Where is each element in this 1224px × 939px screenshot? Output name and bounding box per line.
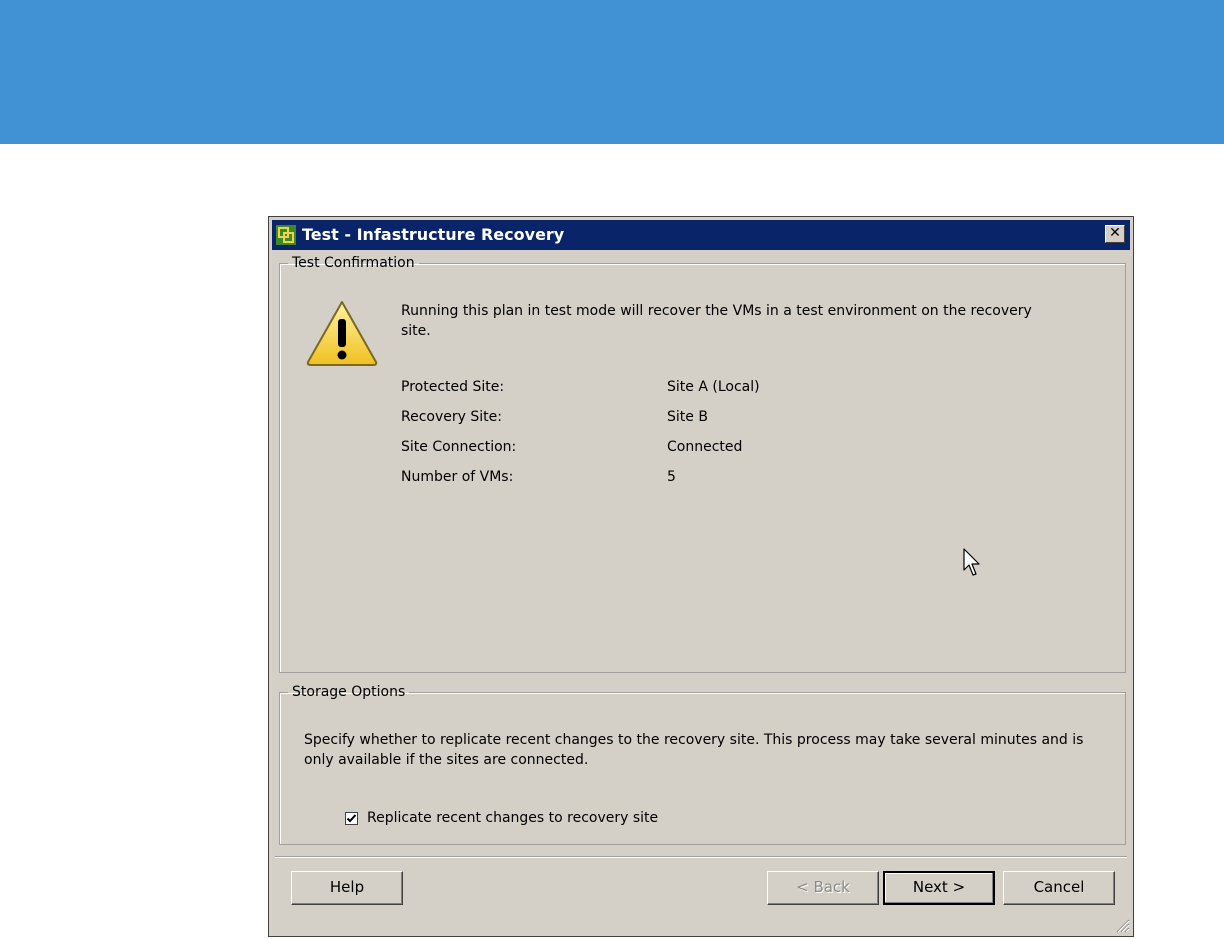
confirmation-message: Running this plan in test mode will reco… bbox=[401, 303, 1032, 339]
replicate-checkbox-label: Replicate recent changes to recovery sit… bbox=[367, 810, 659, 826]
title-bar[interactable]: Test - Infastructure Recovery ✕ bbox=[272, 220, 1130, 250]
close-icon: ✕ bbox=[1109, 225, 1121, 241]
warning-icon bbox=[306, 301, 378, 366]
button-separator bbox=[275, 856, 1127, 858]
app-icon bbox=[276, 225, 296, 245]
site-connection-label: Site Connection: bbox=[401, 439, 517, 455]
test-confirmation-legend: Test Confirmation bbox=[292, 255, 415, 271]
wizard-dialog: Test - Infastructure Recovery ✕ Test Con… bbox=[268, 216, 1134, 937]
mouse-pointer-icon bbox=[963, 548, 980, 576]
recovery-site-label: Recovery Site: bbox=[401, 409, 502, 425]
replicate-checkbox-row[interactable]: Replicate recent changes to recovery sit… bbox=[345, 810, 658, 826]
cancel-button[interactable]: Cancel bbox=[1003, 871, 1115, 905]
replicate-checkbox[interactable] bbox=[345, 811, 358, 825]
storage-options-group: Storage Options Specify whether to repli… bbox=[279, 684, 1126, 845]
num-vms-value: 5 bbox=[667, 469, 676, 485]
site-connection-value: Connected bbox=[667, 439, 743, 455]
storage-description: Specify whether to replicate recent chan… bbox=[304, 732, 1084, 768]
recovery-site-value: Site B bbox=[667, 409, 708, 425]
close-button[interactable]: ✕ bbox=[1105, 225, 1125, 243]
next-button[interactable]: Next > bbox=[883, 871, 995, 905]
num-vms-label: Number of VMs: bbox=[401, 469, 514, 485]
test-confirmation-group: Test Confirmation Running this plan in t… bbox=[279, 255, 1126, 673]
protected-site-label: Protected Site: bbox=[401, 379, 505, 395]
protected-site-value: Site A (Local) bbox=[667, 379, 760, 395]
help-button[interactable]: Help bbox=[291, 871, 403, 905]
resize-grip-icon[interactable] bbox=[1114, 917, 1130, 933]
storage-options-legend: Storage Options bbox=[292, 684, 406, 700]
checkmark-icon bbox=[346, 813, 357, 822]
dialog-title: Test - Infastructure Recovery bbox=[302, 225, 565, 244]
top-banner bbox=[0, 0, 1224, 144]
back-button[interactable]: < Back bbox=[767, 871, 879, 905]
